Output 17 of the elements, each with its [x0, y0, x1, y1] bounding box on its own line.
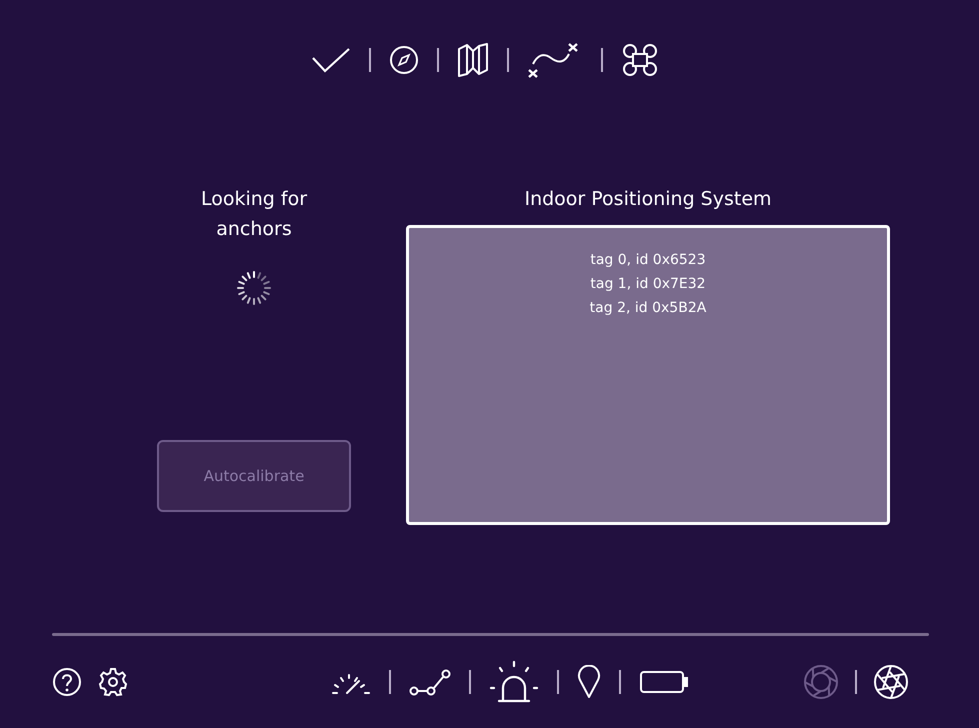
tag-entry: tag 1, id 0x7E32	[590, 275, 706, 294]
location-pin-icon[interactable]	[576, 665, 600, 699]
help-icon[interactable]	[52, 667, 82, 697]
shutter-icon[interactable]	[873, 664, 909, 700]
loading-spinner-icon	[235, 269, 273, 307]
panel-title: Indoor Positioning System	[524, 187, 772, 212]
battery-icon[interactable]	[638, 669, 690, 695]
tag-entry: tag 0, id 0x6523	[590, 251, 706, 270]
siren-icon[interactable]	[488, 660, 538, 704]
path-icon[interactable]	[408, 668, 450, 696]
settings-icon[interactable]	[98, 667, 128, 697]
map-icon[interactable]	[456, 43, 488, 77]
tag-entry: tag 2, id 0x5B2A	[590, 299, 706, 318]
status-text: Looking for anchors	[200, 187, 308, 242]
drone-icon[interactable]	[620, 42, 658, 78]
check-icon[interactable]	[310, 46, 350, 74]
compass-icon[interactable]	[388, 45, 418, 75]
